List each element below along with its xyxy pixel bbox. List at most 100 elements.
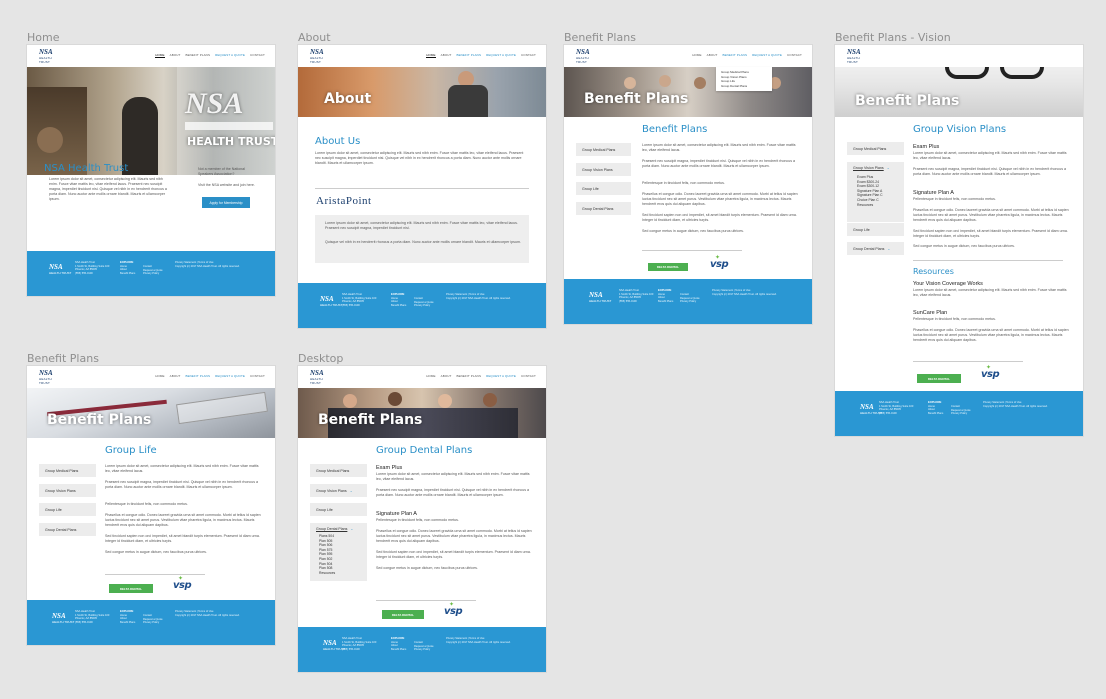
sidebar-item-life[interactable]: Group Life <box>576 182 631 195</box>
sidebar-item-vision[interactable]: Group Vision Plans <box>576 163 631 176</box>
page-title: Group Dental Plans <box>376 445 473 456</box>
site-footer: NSA HEALTH TRUST NSA Health Trust 1 Smith … <box>564 279 812 324</box>
sidebar-item-dental[interactable]: Group Dental Plans <box>39 523 96 536</box>
nav-home[interactable]: HOME <box>426 53 436 58</box>
nav-contact[interactable]: CONTACT <box>250 374 265 378</box>
footer-links: EXPLORE Home About Benefit Plans <box>120 260 136 275</box>
footer-links-2: Contact Request a Quote Privacy Policy <box>143 265 163 276</box>
plans-text-3: Pellentesque in tincidunt felis, non com… <box>642 181 725 185</box>
nav-home[interactable]: HOME <box>155 374 164 378</box>
sidebar-item-medical[interactable]: Group Medical Plans <box>39 464 96 477</box>
frame-label-desktop: Desktop <box>298 352 344 365</box>
life-text-1: Lorem ipsum dolor sit amet, consectetur … <box>105 464 259 473</box>
nav-about[interactable]: ABOUT <box>707 53 718 57</box>
footer-address: NSA Health Trust 1 Smith St, Building Sui… <box>75 261 110 275</box>
main-nav: HOME ABOUT BENEFIT PLANS REQUEST A QUOTE… <box>692 53 802 57</box>
nav-home[interactable]: HOME <box>426 374 435 378</box>
nav-about[interactable]: ABOUT <box>170 374 181 378</box>
hero-image: Benefit Plans <box>298 388 546 438</box>
nav-contact[interactable]: CONTACT <box>787 53 802 57</box>
resource-1-title: Your Vision Coverage Works <box>913 281 983 287</box>
vsp-logo[interactable]: vsp ✦ <box>444 601 463 617</box>
nav-benefit-plans[interactable]: BENEFIT PLANS <box>456 374 481 378</box>
site-footer: NSA HEALTH TRUST NSA Health Trust 1 Smith … <box>298 283 546 328</box>
sidebar-item-vision[interactable]: Group Vision Plans <box>39 484 96 497</box>
nav-request-quote[interactable]: REQUEST A QUOTE <box>215 53 245 58</box>
chevron-down-icon: ⌄ <box>350 527 354 531</box>
nav-about[interactable]: ABOUT <box>170 53 181 58</box>
nav-benefit-plans[interactable]: BENEFIT PLANS <box>185 53 210 58</box>
nav-home[interactable]: HOME <box>692 53 701 57</box>
plans-text-5: Sed tincidunt sapien non orci imperdiet,… <box>642 213 797 222</box>
sidebar-item-life[interactable]: Group Life <box>39 503 96 516</box>
nav-benefit-plans[interactable]: BENEFIT PLANS <box>722 53 747 57</box>
nav-home[interactable]: HOME <box>155 53 165 58</box>
page-title: About Us <box>315 136 361 147</box>
nsa-logo[interactable]: NSA HEALTH TRUST <box>310 369 334 385</box>
nav-contact[interactable]: CONTACT <box>250 53 265 58</box>
footer-links: EXPLORE Home About Benefit Plans <box>391 636 407 651</box>
nav-contact[interactable]: CONTACT <box>521 374 536 378</box>
resource-2-text-1: Pellentesque in tincidunt felis, non com… <box>913 317 996 321</box>
apply-membership-button[interactable]: Apply for Membership <box>202 197 250 208</box>
signature-text-1: Pellentesque in tincidunt felis, non com… <box>913 197 996 201</box>
dental-text-1: Lorem ipsum dolor sit amet, consectetur … <box>376 472 530 481</box>
sidebar-item-dental[interactable]: Group Dental Plans <box>576 202 631 215</box>
nav-contact[interactable]: CONTACT <box>521 53 536 58</box>
delta-dental-logo[interactable]: DELTA DENTAL <box>917 374 961 383</box>
footer-legal: Privacy Statement | Terms of Use Copyrigh… <box>983 401 1048 408</box>
delta-dental-logo[interactable]: DELTA DENTAL <box>382 610 424 619</box>
delta-dental-logo[interactable]: DELTA DENTAL <box>109 584 153 593</box>
artboard-about: NSA HEALTH TRUST HOME ABOUT BENEFIT PLANS… <box>298 45 546 328</box>
sidebar-item-medical[interactable]: Group Medical Plans <box>847 142 904 155</box>
dropdown-item[interactable]: Group Dental Plans <box>721 84 767 89</box>
member-text: Not a member of the National Speakers As… <box>198 167 245 176</box>
nsa-logo[interactable]: NSA HEALTH TRUST <box>39 48 63 64</box>
aristapoint-logo[interactable]: AristaPoint <box>316 195 372 207</box>
sidebar-item-medical[interactable]: Group Medical Plans <box>310 464 367 477</box>
visit-text: Visit the NSA website and join here. <box>198 183 255 187</box>
sidebar-item-vision[interactable]: Group Vision Plans ⌄ <box>310 484 367 497</box>
footer-address: NSA Health Trust 1 Smith St, Building Sui… <box>342 637 377 651</box>
nsa-logo[interactable]: NSA HEALTH TRUST <box>39 369 63 385</box>
nav-about[interactable]: ABOUT <box>441 374 452 378</box>
nav-request-quote[interactable]: REQUEST A QUOTE <box>486 374 516 378</box>
nsa-logo[interactable]: NSA HEALTH TRUST <box>847 48 871 64</box>
site-header: NSA HEALTH TRUST HOME ABOUT BENEFIT PLANS… <box>27 45 275 67</box>
sidebar-item-dental[interactable]: Group Dental Plans ⌄ <box>847 242 904 255</box>
nav-benefit-plans[interactable]: BENEFIT PLANS <box>456 53 481 58</box>
footer-links-2: Contact Request a Quote Privacy Policy <box>143 614 163 625</box>
artboard-desktop-dental: NSA HEALTH TRUST HOME ABOUT BENEFIT PLANS… <box>298 366 546 672</box>
signature-text-4: Sed congue metus in augue dictum, nec fa… <box>913 244 1015 248</box>
exam-text-1: Lorem ipsum dolor sit amet, consectetur … <box>913 151 1067 160</box>
site-footer: NSA HEALTH TRUST NSA Health Trust 1 Smith … <box>298 627 546 672</box>
plans-text-2: Praesent nec suscipit magna, imperdiet t… <box>642 159 796 168</box>
footer-links-2: Contact Request a Quote Privacy Policy <box>951 405 971 416</box>
vsp-logo[interactable]: vsp ✦ <box>173 575 192 591</box>
footer-legal: Privacy Statement | Terms of Use Copyrigh… <box>175 261 240 268</box>
footer-logo: NSA HEALTH TRUST <box>589 291 612 303</box>
footer-address: NSA Health Trust 1 Smith St, Building Sui… <box>879 401 914 415</box>
sidebar-item-life[interactable]: Group Life <box>310 503 367 516</box>
resource-2-text-2: Phasellus et congue odio. Donec laoreet … <box>913 328 1069 342</box>
vsp-logo[interactable]: vsp ✦ <box>981 364 1000 380</box>
nav-about[interactable]: ABOUT <box>441 53 452 58</box>
hero-title: About <box>324 91 372 107</box>
chevron-down-icon: ⌄ <box>886 166 890 170</box>
page-title: Group Vision Plans <box>913 124 1007 135</box>
dental-text-6: Sed congue metus in augue dictum, nec fa… <box>376 566 478 570</box>
nsa-logo[interactable]: NSA HEALTH TRUST <box>576 48 600 64</box>
sidebar-item-medical[interactable]: Group Medical Plans <box>576 143 631 156</box>
nsa-logo[interactable]: NSA HEALTH TRUST <box>310 48 334 64</box>
nav-benefit-plans[interactable]: BENEFIT PLANS <box>185 374 210 378</box>
nav-request-quote[interactable]: REQUEST A QUOTE <box>486 53 516 58</box>
vsp-logo[interactable]: vsp ✦ <box>710 254 729 270</box>
footer-address: NSA Health Trust 1 Smith St, Building Sui… <box>75 610 110 624</box>
nav-request-quote[interactable]: REQUEST A QUOTE <box>752 53 782 57</box>
sidebar-item-life[interactable]: Group Life <box>847 223 904 236</box>
signature-text-2: Phasellus et congue odio. Donec laoreet … <box>913 208 1069 222</box>
delta-dental-logo[interactable]: DELTA DENTAL <box>648 263 688 271</box>
footer-links-2: Contact Request a Quote Privacy Policy <box>414 641 434 652</box>
nav-request-quote[interactable]: REQUEST A QUOTE <box>215 374 245 378</box>
site-header: NSA HEALTH TRUST <box>835 45 1083 67</box>
